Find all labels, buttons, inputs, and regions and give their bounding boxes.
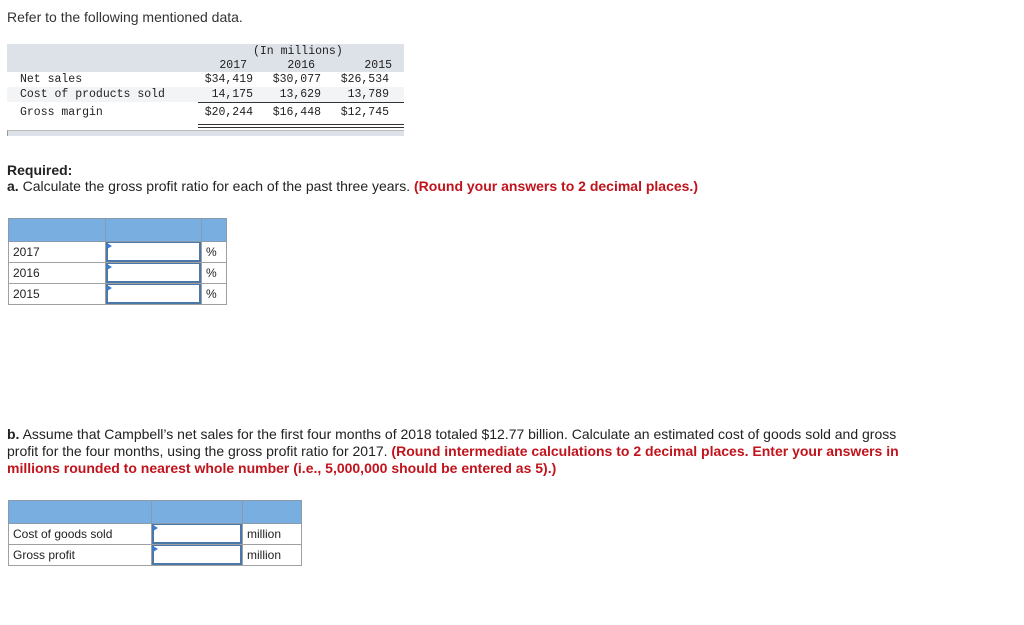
cell-value: $34,419 [204, 73, 253, 86]
table-row: Gross profit million [8, 544, 302, 566]
table-row: Cost of goods sold million [8, 523, 302, 545]
input-flag-icon [107, 264, 112, 270]
cell-value: $16,448 [272, 106, 321, 119]
question-a: a. Calculate the gross profit ratio for … [7, 178, 698, 195]
answer-table-a: 2017 % 2016 % 2015 % [8, 218, 227, 305]
exhibit-row-net-sales: Net sales $34,419 $30,077 $26,534 [7, 72, 404, 87]
gross-profit-ratio-2016-input[interactable] [106, 263, 201, 283]
row-label: 2015 [8, 283, 106, 305]
year-header: 2017 [219, 59, 247, 72]
unit-label: million [242, 523, 302, 545]
exhibit-row-cost: Cost of products sold 14,175 13,629 13,7… [7, 87, 404, 102]
financial-data-exhibit: (In millions) 2017 2016 2015 Net sales $… [7, 44, 404, 136]
exhibit-row-gross-margin: Gross margin $20,244 $16,448 $12,745 [7, 102, 404, 122]
year-header: 2016 [287, 59, 315, 72]
cell-value: 13,789 [347, 88, 389, 101]
question-instruction: (Round your answers to 2 decimal places.… [414, 178, 698, 194]
cell-value: $12,745 [340, 106, 389, 119]
cell-value: 13,629 [279, 88, 321, 101]
table-header-row [8, 500, 302, 524]
cell-value: $20,244 [204, 106, 253, 119]
row-label: Cost of goods sold [8, 523, 152, 545]
intro-text: Refer to the following mentioned data. [7, 9, 243, 25]
input-flag-icon [107, 243, 112, 249]
input-flag-icon [107, 285, 112, 291]
required-heading: Required: [7, 162, 73, 178]
question-text: Calculate the gross profit ratio for eac… [18, 178, 415, 194]
cell-value: $30,077 [272, 73, 321, 86]
row-label: Cost of products sold [20, 88, 165, 101]
units-label: (In millions) [253, 45, 343, 58]
cell-value: $26,534 [340, 73, 389, 86]
table-header-row [8, 218, 227, 242]
gross-profit-ratio-2015-input[interactable] [106, 284, 201, 304]
row-label: Gross margin [20, 106, 103, 119]
unit-label: % [201, 241, 227, 263]
row-label: Gross profit [8, 544, 152, 566]
question-letter: b. [7, 426, 20, 442]
cost-of-goods-sold-input[interactable] [152, 524, 242, 544]
unit-label: million [242, 544, 302, 566]
unit-label: % [201, 283, 227, 305]
table-row: 2016 % [8, 262, 227, 284]
input-flag-icon [153, 525, 158, 531]
gross-profit-ratio-2017-input[interactable] [106, 242, 201, 262]
unit-label: % [201, 262, 227, 284]
table-row: 2017 % [8, 241, 227, 263]
row-label: 2016 [8, 262, 106, 284]
subtotal-rule [198, 102, 404, 103]
question-letter: a. [7, 178, 19, 194]
row-label: Net sales [20, 73, 83, 86]
exhibit-header: (In millions) 2017 2016 2015 [7, 44, 404, 72]
exhibit-footer-bar [7, 130, 404, 136]
table-row: 2015 % [8, 283, 227, 305]
row-label: 2017 [8, 241, 106, 263]
question-b: b. Assume that Campbell’s net sales for … [7, 426, 907, 477]
cell-value: 14,175 [211, 88, 253, 101]
year-header: 2015 [364, 59, 392, 72]
input-flag-icon [153, 546, 158, 552]
gross-profit-input[interactable] [152, 545, 242, 565]
answer-table-b: Cost of goods sold million Gross profit … [8, 500, 302, 566]
total-double-rule [198, 124, 404, 128]
